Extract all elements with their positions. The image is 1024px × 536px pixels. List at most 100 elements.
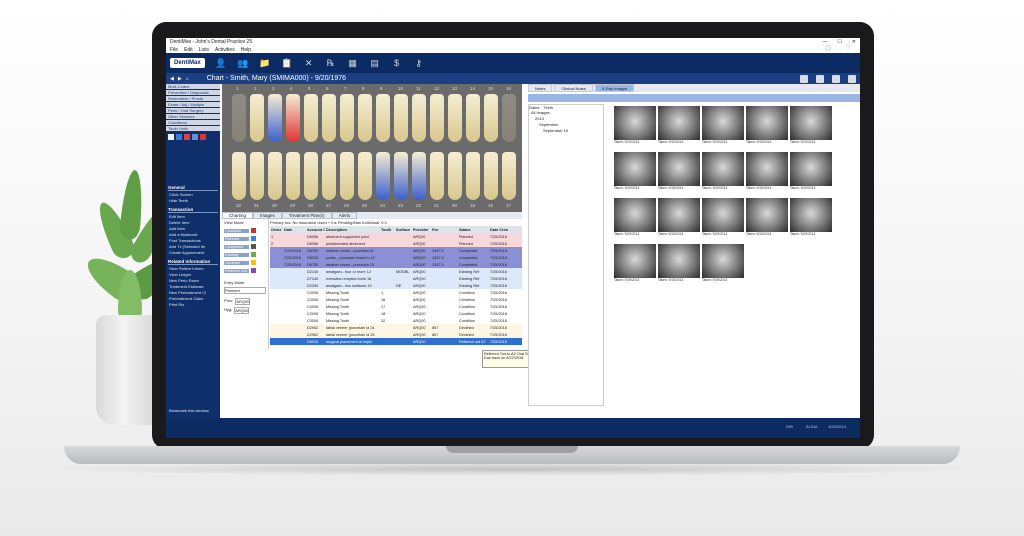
key-icon[interactable]: ⚷ bbox=[413, 58, 425, 68]
tooth-upper[interactable] bbox=[322, 94, 336, 142]
tooth-upper[interactable] bbox=[286, 94, 300, 142]
sidebar-item[interactable]: Create Appointment bbox=[166, 250, 220, 256]
tooth-lower[interactable] bbox=[268, 152, 282, 200]
xray-thumbnail[interactable]: Taken: 9/19/2014 bbox=[658, 244, 700, 286]
table-row[interactable]: C0006 Missing Tooth 18 ARQ00 Condition 7/25/2… bbox=[270, 310, 522, 317]
xray-thumbnail[interactable]: Taken: 9/19/2014 bbox=[614, 152, 656, 194]
tooth-upper[interactable] bbox=[304, 94, 318, 142]
view-mode-row[interactable]: Completed bbox=[224, 243, 266, 250]
table-row[interactable]: 2 D6056 prefabricated abutment ARQ00 Planned… bbox=[270, 240, 522, 247]
table-row[interactable]: 7/25/2018 D6750 retainer crown - porcelain… bbox=[270, 247, 522, 254]
tooth-upper[interactable] bbox=[430, 94, 444, 142]
rx-icon[interactable]: ℞ bbox=[325, 58, 337, 68]
tab-clinical-notes[interactable]: Clinical Notes bbox=[554, 84, 593, 92]
hyg-select[interactable]: ARQ00 bbox=[234, 307, 250, 314]
column-header[interactable]: Status bbox=[458, 228, 489, 232]
xray-image[interactable] bbox=[614, 106, 656, 140]
xray-image[interactable] bbox=[614, 152, 656, 186]
xray-thumbnail[interactable]: Taken: 9/19/2014 bbox=[790, 152, 832, 194]
tooth-lower[interactable] bbox=[322, 152, 336, 200]
tooth-upper[interactable] bbox=[358, 94, 372, 142]
table-row[interactable]: 7/25/2018 D6240 pontic - porcelain fused t… bbox=[270, 254, 522, 261]
column-header[interactable]: Fee bbox=[431, 228, 458, 232]
info-icon[interactable] bbox=[848, 74, 856, 83]
swatch-white[interactable] bbox=[168, 134, 174, 140]
tooth-upper[interactable] bbox=[268, 94, 282, 142]
table-row[interactable]: C0006 Missing Tooth 16 ARQ00 Condition 7/25/2… bbox=[270, 296, 522, 303]
table-row[interactable]: C0006 Missing Tooth 32 ARQ00 Condition 7/25/2… bbox=[270, 317, 522, 324]
table-row[interactable]: 1 D6056 abutment supported porcl ARQ00 Plann… bbox=[270, 233, 522, 240]
nav-section[interactable]: Preventive / Diagnostic bbox=[166, 90, 220, 95]
tooth-lower[interactable] bbox=[484, 152, 498, 200]
tooth-upper[interactable] bbox=[412, 94, 426, 142]
view-mode-row[interactable]: Existing bbox=[224, 251, 266, 258]
view-mode-row[interactable]: Declined bbox=[224, 259, 266, 266]
xray-image[interactable] bbox=[614, 244, 656, 278]
xray-image[interactable] bbox=[790, 152, 832, 186]
tooth-upper[interactable] bbox=[484, 94, 498, 142]
tooth-lower[interactable] bbox=[232, 152, 246, 200]
menu-activities[interactable]: Activities bbox=[215, 47, 235, 53]
xray-image[interactable] bbox=[702, 198, 744, 232]
people-icon[interactable]: 👥 bbox=[237, 58, 249, 68]
table-row[interactable]: D2962 labial veneer (porcelain la 25 ARQ00… bbox=[270, 331, 522, 338]
tooth-upper[interactable] bbox=[502, 94, 516, 142]
xray-thumbnail[interactable]: Taken: 9/19/2014 bbox=[702, 198, 744, 240]
table-row[interactable]: 7/25/2018 D6750 retainer crown - porcelain… bbox=[270, 261, 522, 268]
tab-charting[interactable]: Charting bbox=[222, 212, 254, 219]
table-row[interactable]: D2140 amalgam - four or more 12 MODBL ARQ00… bbox=[270, 268, 522, 275]
tooth-lower[interactable] bbox=[340, 152, 354, 200]
back-icon[interactable]: ◀ bbox=[170, 76, 174, 82]
xray-image[interactable] bbox=[658, 244, 700, 278]
xray-thumbnail[interactable]: Taken: 9/19/2014 bbox=[746, 152, 788, 194]
swatch-red[interactable] bbox=[184, 134, 190, 140]
sidebar-item[interactable]: Hide Teeth bbox=[166, 198, 220, 204]
tooth-upper[interactable] bbox=[232, 94, 246, 142]
tooth-lower[interactable] bbox=[394, 152, 408, 200]
table-row[interactable]: C0006 Missing Tooth 1 ARQ00 Condition 7/25/20… bbox=[270, 289, 522, 296]
xray-image[interactable] bbox=[790, 198, 832, 232]
tooth-lower[interactable] bbox=[430, 152, 444, 200]
bookmark-link[interactable]: Bookmark this window bbox=[166, 408, 209, 414]
tooth-lower[interactable] bbox=[304, 152, 318, 200]
column-header[interactable]: Provider bbox=[412, 228, 431, 232]
column-header[interactable]: Date Crea bbox=[489, 228, 520, 232]
view-mode-row[interactable]: Planned bbox=[224, 235, 266, 242]
view-mode-color[interactable] bbox=[251, 252, 256, 257]
column-header[interactable]: Description bbox=[325, 228, 380, 232]
column-header[interactable]: Date bbox=[283, 228, 306, 232]
xray-thumbnail[interactable]: Taken: 9/19/2014 bbox=[702, 244, 744, 286]
xray-image[interactable] bbox=[702, 244, 744, 278]
tooth-lower[interactable] bbox=[448, 152, 462, 200]
xray-image[interactable] bbox=[658, 106, 700, 140]
tooth-upper[interactable] bbox=[394, 94, 408, 142]
column-header[interactable]: Surface bbox=[395, 228, 412, 232]
xray-thumbnail[interactable]: Taken: 9/19/2014 bbox=[658, 106, 700, 148]
settings-icon[interactable]: ⚙ bbox=[822, 43, 834, 53]
tab-alerts[interactable]: Alerts bbox=[331, 212, 358, 219]
swatch-red-2[interactable] bbox=[200, 134, 206, 140]
column-header[interactable]: Order bbox=[270, 228, 283, 232]
tooth-upper[interactable] bbox=[376, 94, 390, 142]
column-header[interactable]: Tooth bbox=[380, 228, 395, 232]
xray-thumbnail[interactable]: Taken: 9/19/2014 bbox=[746, 198, 788, 240]
forward-icon[interactable]: ▶ bbox=[178, 76, 182, 82]
tab-images[interactable]: Images bbox=[253, 212, 282, 219]
xray-image[interactable] bbox=[746, 152, 788, 186]
swatch-blue[interactable] bbox=[176, 134, 182, 140]
tab-notes[interactable]: Notes bbox=[528, 84, 553, 92]
table-row[interactable]: C0006 Missing Tooth 17 ARQ00 Condition 7/25/2… bbox=[270, 303, 522, 310]
xray-thumbnail[interactable]: Taken: 9/19/2014 bbox=[790, 198, 832, 240]
home-icon[interactable]: ⌂ bbox=[186, 76, 189, 82]
tree-day[interactable]: September 19 bbox=[529, 128, 603, 134]
tab-treatment-plans[interactable]: Treatment Plan(s) bbox=[281, 212, 332, 219]
xray-image[interactable] bbox=[702, 106, 744, 140]
nav-section[interactable]: Tooth Units bbox=[166, 126, 220, 131]
view-mode-row[interactable]: Condition bbox=[224, 227, 266, 234]
column-header[interactable]: Account Code bbox=[306, 228, 325, 232]
xray-image[interactable] bbox=[746, 106, 788, 140]
prov-select[interactable]: ARQ00 bbox=[235, 298, 251, 305]
view-mode-color[interactable] bbox=[251, 244, 256, 249]
view-mode-row[interactable]: Referred Out bbox=[224, 267, 266, 274]
nav-section[interactable]: Other Services bbox=[166, 114, 220, 119]
